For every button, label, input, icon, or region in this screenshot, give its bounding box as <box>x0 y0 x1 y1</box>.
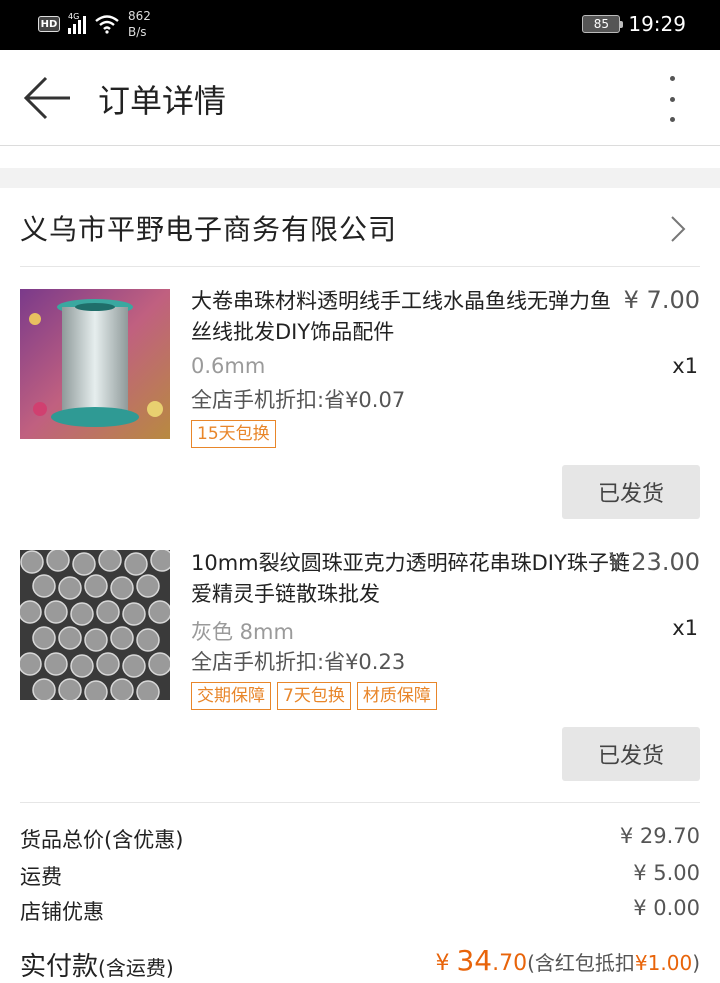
more-options-icon[interactable] <box>660 74 684 124</box>
service-tag: 7天包换 <box>277 682 351 710</box>
service-tag: 材质保障 <box>356 682 437 710</box>
shop-header[interactable]: 义乌市平野电子商务有限公司 <box>0 188 720 266</box>
discount-text: 全店手机折扣:省¥0.23 <box>191 650 406 674</box>
product-name[interactable]: 大卷串珠材料透明线手工线水晶鱼线无弹力鱼丝线批发DIY饰品配件 <box>191 286 631 348</box>
goods-total-value: ¥ 29.70 <box>619 824 700 848</box>
product-price: ¥ 7.00 <box>623 286 700 314</box>
network-speed: 862 B/s <box>128 9 151 39</box>
wifi-icon <box>95 15 119 34</box>
hd-icon: HD <box>38 16 60 32</box>
shipping-value: ¥ 5.00 <box>633 861 700 885</box>
shipping-label: 运费 <box>20 865 62 889</box>
shop-discount-label: 店铺优惠 <box>20 900 104 924</box>
product-image[interactable] <box>20 550 170 700</box>
shipped-button[interactable]: 已发货 <box>562 465 700 519</box>
paid-amount-value: ¥ 34.70(含红包抵扣¥1.00) <box>435 944 700 977</box>
goods-total-label: 货品总价(含优惠) <box>20 828 184 852</box>
product-price: ¥ 23.00 <box>608 548 700 576</box>
shipping-row: 运费 ¥ 5.00 <box>20 861 700 893</box>
product-name[interactable]: 10mm裂纹圆珠亚克力透明碎花串珠DIY珠子链爱精灵手链散珠批发 <box>191 548 631 610</box>
goods-total-row: 货品总价(含优惠) ¥ 29.70 <box>20 824 700 856</box>
divider <box>20 802 700 803</box>
chevron-right-icon[interactable] <box>668 214 688 244</box>
service-tags: 交期保障 7天包换 材质保障 <box>191 682 437 710</box>
battery-icon: 85 <box>582 15 624 33</box>
product-quantity: x1 <box>672 354 698 378</box>
page-title: 订单详情 <box>98 82 227 120</box>
status-bar: HD 4G 862 B/s 85 19:29 <box>0 0 720 50</box>
service-tag: 15天包换 <box>191 420 276 448</box>
paid-amount-label: 实付款(含运费) <box>20 952 174 982</box>
service-tag: 交期保障 <box>191 682 271 710</box>
product-quantity: x1 <box>672 616 698 640</box>
shipped-button[interactable]: 已发货 <box>562 727 700 781</box>
signal-icon: 4G <box>68 12 86 34</box>
discount-text: 全店手机折扣:省¥0.07 <box>191 388 406 412</box>
shop-discount-row: 店铺优惠 ¥ 0.00 <box>20 896 700 928</box>
divider <box>20 266 700 267</box>
product-spec: 0.6mm <box>191 354 266 378</box>
back-arrow-icon[interactable] <box>22 76 72 120</box>
app-bar: 订单详情 <box>0 50 720 146</box>
clock: 19:29 <box>628 12 686 36</box>
network-type: 4G <box>68 12 80 21</box>
product-spec: 灰色 8mm <box>191 620 294 644</box>
service-tags: 15天包换 <box>191 420 276 448</box>
shop-discount-value: ¥ 0.00 <box>633 896 700 920</box>
shop-name: 义乌市平野电子商务有限公司 <box>20 213 398 246</box>
section-gap <box>0 168 720 188</box>
product-image[interactable] <box>20 289 170 439</box>
